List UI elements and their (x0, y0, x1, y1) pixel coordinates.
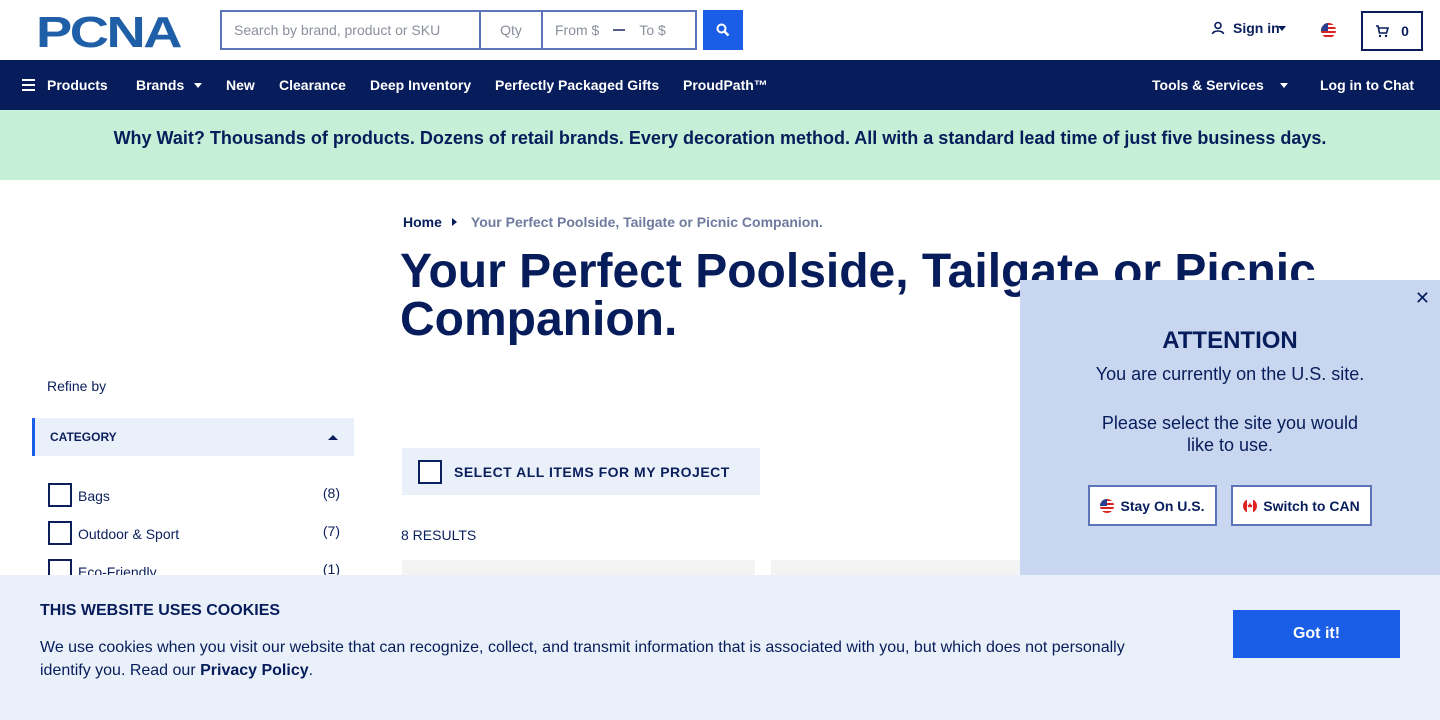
price-from-placeholder: From $ (555, 22, 600, 38)
nav-brands-label: Brands (136, 77, 185, 93)
pcna-logo[interactable]: PCNA (36, 11, 184, 51)
breadcrumb: Home Your Perfect Poolside, Tailgate or … (403, 214, 823, 230)
filter-label: Bags (78, 488, 110, 504)
nav-deep-inventory[interactable]: Deep Inventory (370, 60, 471, 110)
site-selector-modal: ✕ ATTENTION You are currently on the U.S… (1020, 280, 1440, 580)
nav-clearance-label: Clearance (279, 77, 346, 93)
filter-label: Outdoor & Sport (78, 526, 180, 542)
select-all-label: SELECT ALL ITEMS FOR MY PROJECT (454, 463, 730, 480)
sign-in-button[interactable]: Sign in (1211, 20, 1286, 36)
nav-deep-inventory-label: Deep Inventory (370, 77, 472, 93)
nav-proudpath-label: ProudPath™ (683, 77, 768, 93)
cookie-accept-button[interactable]: Got it! (1233, 610, 1400, 658)
filter-checkbox[interactable] (48, 521, 72, 545)
nav-chat[interactable]: Log in to Chat (1320, 60, 1414, 110)
nav-tools-label: Tools & Services (1152, 77, 1264, 93)
caret-right-icon (451, 218, 457, 226)
page: PCNA Search by brand, product or SKU Qty… (0, 0, 1440, 720)
attention-message: You are currently on the U.S. site. (1095, 364, 1365, 384)
breadcrumb-home[interactable]: Home (403, 214, 442, 230)
switch-can-label: Switch to CAN (1263, 497, 1360, 514)
attention-title: ATTENTION (1162, 327, 1298, 354)
stay-us-label: Stay On U.S. (1120, 497, 1205, 514)
search-input[interactable]: Search by brand, product or SKU (220, 10, 479, 50)
menu-icon (22, 79, 35, 91)
chevron-down-icon (1279, 82, 1288, 88)
nav-products[interactable]: Products (22, 60, 108, 110)
search-bar: Search by brand, product or SKU Qty From… (220, 10, 697, 50)
nav-proudpath[interactable]: ProudPath™ (683, 60, 768, 110)
cookie-text: We use cookies when you visit our websit… (40, 636, 1150, 682)
close-icon[interactable]: ✕ (1415, 288, 1430, 309)
nav-chat-label: Log in to Chat (1320, 77, 1415, 93)
promo-text: Why Wait? Thousands of products. Dozens … (113, 127, 1327, 148)
cookie-title: THIS WEBSITE USES COOKIES (40, 602, 281, 619)
filter-count: (7) (322, 523, 340, 539)
select-all-checkbox[interactable] (418, 459, 442, 484)
category-filter-header[interactable]: CATEGORY (32, 418, 354, 456)
cookie-banner: THIS WEBSITE USES COOKIES We use cookies… (0, 575, 1440, 720)
promo-banner: Why Wait? Thousands of products. Dozens … (0, 110, 1440, 180)
nav-gifts[interactable]: Perfectly Packaged Gifts (495, 60, 659, 110)
chevron-up-icon (328, 435, 338, 440)
category-header-label: CATEGORY (50, 430, 117, 444)
chevron-down-icon (1277, 25, 1286, 31)
canada-flag-icon (1243, 498, 1258, 513)
results-count: 8 RESULTS (401, 527, 477, 543)
cart-count: 0 (1401, 23, 1409, 39)
filter-count: (8) (322, 485, 340, 501)
filter-option[interactable]: Bags (8) (48, 483, 340, 507)
svg-text:PCNA: PCNA (36, 11, 181, 51)
us-flag-icon (1100, 498, 1115, 513)
cart-button[interactable]: 0 (1361, 11, 1423, 51)
nav-new-label: New (226, 77, 255, 93)
nav-new[interactable]: New (226, 60, 255, 110)
filter-checkbox[interactable] (48, 483, 72, 507)
refine-label: Refine by (47, 378, 107, 394)
qty-placeholder: Qty (500, 22, 522, 38)
attention-prompt: Please select the site you would like to… (1101, 413, 1359, 455)
search-button[interactable] (703, 10, 743, 50)
nav-gifts-label: Perfectly Packaged Gifts (495, 77, 660, 93)
price-range-dash (613, 29, 626, 31)
nav-brands[interactable]: Brands (136, 60, 203, 110)
price-to-placeholder: To $ (639, 22, 666, 38)
stay-us-button[interactable]: Stay On U.S. (1088, 485, 1217, 526)
user-icon (1211, 21, 1225, 35)
chevron-down-icon (194, 82, 203, 88)
main-nav: Products Brands New Clearance Deep Inven… (0, 60, 1440, 110)
filter-option[interactable]: Outdoor & Sport (7) (48, 521, 340, 545)
cookie-end: . (308, 662, 314, 679)
nav-products-label: Products (47, 77, 108, 93)
price-range-input[interactable]: From $ To $ (541, 10, 697, 50)
nav-tools-services[interactable]: Tools & Services (1152, 60, 1288, 110)
sign-in-label: Sign in (1233, 20, 1280, 36)
search-icon (716, 23, 730, 37)
top-bar: PCNA Search by brand, product or SKU Qty… (0, 0, 1440, 60)
breadcrumb-current: Your Perfect Poolside, Tailgate or Picni… (470, 214, 823, 230)
search-placeholder: Search by brand, product or SKU (234, 22, 441, 38)
cart-icon (1376, 24, 1390, 37)
select-all-items[interactable]: SELECT ALL ITEMS FOR MY PROJECT (402, 448, 760, 495)
us-flag-icon[interactable] (1321, 23, 1336, 38)
qty-input[interactable]: Qty (479, 10, 541, 50)
switch-can-button[interactable]: Switch to CAN (1231, 485, 1372, 526)
nav-clearance[interactable]: Clearance (279, 60, 346, 110)
privacy-policy-link[interactable]: Privacy Policy (200, 662, 309, 679)
